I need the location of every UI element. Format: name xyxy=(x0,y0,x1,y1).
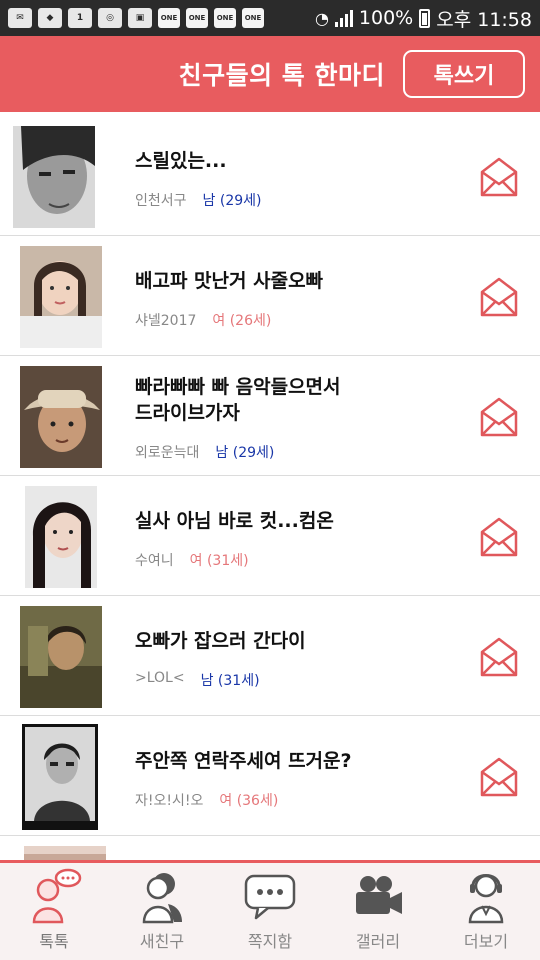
one-icon: ONE xyxy=(242,8,264,28)
post-meta: 외로운늑대 남 (29세) xyxy=(135,442,274,462)
envelope-icon[interactable] xyxy=(479,154,519,198)
avatar[interactable] xyxy=(20,246,102,348)
battery-percent: 100% xyxy=(358,7,414,29)
headset-person-icon xyxy=(468,874,504,924)
tab-message-box[interactable]: 쪽지함 xyxy=(216,863,324,960)
gender-age: 남 (31세) xyxy=(200,673,260,689)
page-title: 친구들의 톡 한마디 xyxy=(178,61,385,90)
gender-age: 여 (36세) xyxy=(219,793,279,809)
talk-list[interactable]: 스릴있는... 인천서구 남 (29세) 배고파 맛난거 사줄오빠 샤넬2017… xyxy=(0,116,540,861)
avatar[interactable] xyxy=(22,724,98,830)
post-message: 실사 아님 바로 컷...컴온 xyxy=(135,510,334,532)
avatar[interactable] xyxy=(20,606,102,708)
one-icon: 1 xyxy=(68,8,92,28)
envelope-icon[interactable] xyxy=(479,754,519,798)
avatar[interactable] xyxy=(24,846,106,861)
post-message: 배고파 맛난거 사줄오빠 xyxy=(135,270,324,292)
one-icon: ONE xyxy=(214,8,236,28)
envelope-icon[interactable] xyxy=(479,394,519,438)
post-message-line: 드라이브가자 xyxy=(135,402,240,424)
avatar[interactable] xyxy=(25,486,97,588)
list-item[interactable]: 빠라빠빠 빠 음악들으면서 드라이브가자 외로운늑대 남 (29세) xyxy=(0,356,540,476)
post-meta: 인천서구 남 (29세) xyxy=(135,190,261,210)
video-camera-icon xyxy=(356,876,402,914)
post-meta: 수여니 여 (31세) xyxy=(135,550,249,570)
list-item[interactable]: 스릴있는... 인천서구 남 (29세) xyxy=(0,116,540,236)
tab-label: 갤러리 xyxy=(355,932,401,951)
tab-label: 더보기 xyxy=(463,932,509,951)
list-item[interactable]: 실사 아님 바로 컷...컴온 수여니 여 (31세) xyxy=(0,476,540,596)
signal-icon xyxy=(334,9,353,27)
post-message: 오빠가 잡으러 간다이 xyxy=(135,630,306,652)
bottom-tab-bar: 톡톡 새친구 쪽지함 갤러리 더보기 xyxy=(0,860,540,960)
nickname: 수여니 xyxy=(135,553,174,569)
avatar[interactable] xyxy=(20,366,102,468)
status-right: ◔ 100% 오후 11:58 xyxy=(315,5,532,32)
talk-person-icon xyxy=(32,868,82,924)
shield-icon: ◆ xyxy=(38,8,62,28)
tab-label: 새친구 xyxy=(139,932,185,951)
nickname: 인천서구 xyxy=(135,193,187,209)
post-meta: >LOL< 남 (31세) xyxy=(135,670,260,690)
wifi-icon: ◔ xyxy=(314,8,329,28)
nickname: 샤넬2017 xyxy=(135,313,197,329)
tab-label: 쪽지함 xyxy=(247,932,293,951)
battery-icon xyxy=(419,8,431,28)
image-icon: ▣ xyxy=(128,8,152,28)
mail-icon: ✉ xyxy=(8,8,32,28)
post-meta: 샤넬2017 여 (26세) xyxy=(135,310,271,330)
list-item[interactable]: 오빠가 잡으러 간다이 >LOL< 남 (31세) xyxy=(0,596,540,716)
tab-gallery[interactable]: 갤러리 xyxy=(324,863,432,960)
post-message: 주안쪽 연락주세여 뜨거운? xyxy=(135,750,352,772)
sync-icon: ◎ xyxy=(98,8,122,28)
gender-age: 여 (26세) xyxy=(212,313,272,329)
tab-new-friend[interactable]: 새친구 xyxy=(108,863,216,960)
post-meta: 자!오!시!오 여 (36세) xyxy=(135,790,278,810)
post-message-line: 빠라빠빠 빠 음악들으면서 xyxy=(135,376,341,398)
new-friend-icon xyxy=(142,873,182,924)
clock: 오후 11:58 xyxy=(436,8,532,31)
app-header: 친구들의 톡 한마디 톡쓰기 xyxy=(0,36,540,112)
nickname: 외로운늑대 xyxy=(135,445,200,461)
post-message: 스릴있는... xyxy=(135,150,227,172)
tab-talk[interactable]: 톡톡 xyxy=(0,863,108,960)
one-icon: ONE xyxy=(158,8,180,28)
avatar[interactable] xyxy=(13,126,95,228)
notification-icons: ✉ ◆ 1 ◎ ▣ ONE ONE ONE ONE xyxy=(8,8,264,28)
gender-age: 남 (29세) xyxy=(202,193,262,209)
gender-age: 여 (31세) xyxy=(189,553,249,569)
gender-age: 남 (29세) xyxy=(215,445,275,461)
write-talk-button[interactable]: 톡쓰기 xyxy=(403,50,525,98)
list-item[interactable]: 배고파 맛난거 사줄오빠 샤넬2017 여 (26세) xyxy=(0,236,540,356)
envelope-icon[interactable] xyxy=(479,274,519,318)
envelope-icon[interactable] xyxy=(479,514,519,558)
post-message: 빠라빠빠 빠 음악들으면서 드라이브가자 xyxy=(135,374,341,426)
tab-more[interactable]: 더보기 xyxy=(432,863,540,960)
list-item[interactable] xyxy=(0,836,540,861)
tab-label: 톡톡 xyxy=(39,932,69,951)
message-box-icon xyxy=(244,874,296,920)
one-icon: ONE xyxy=(186,8,208,28)
status-bar: ✉ ◆ 1 ◎ ▣ ONE ONE ONE ONE ◔ 100% 오후 11:5… xyxy=(0,0,540,36)
envelope-icon[interactable] xyxy=(479,634,519,678)
nickname: >LOL< xyxy=(135,670,185,686)
nickname: 자!오!시!오 xyxy=(135,793,204,809)
list-item[interactable]: 주안쪽 연락주세여 뜨거운? 자!오!시!오 여 (36세) xyxy=(0,716,540,836)
